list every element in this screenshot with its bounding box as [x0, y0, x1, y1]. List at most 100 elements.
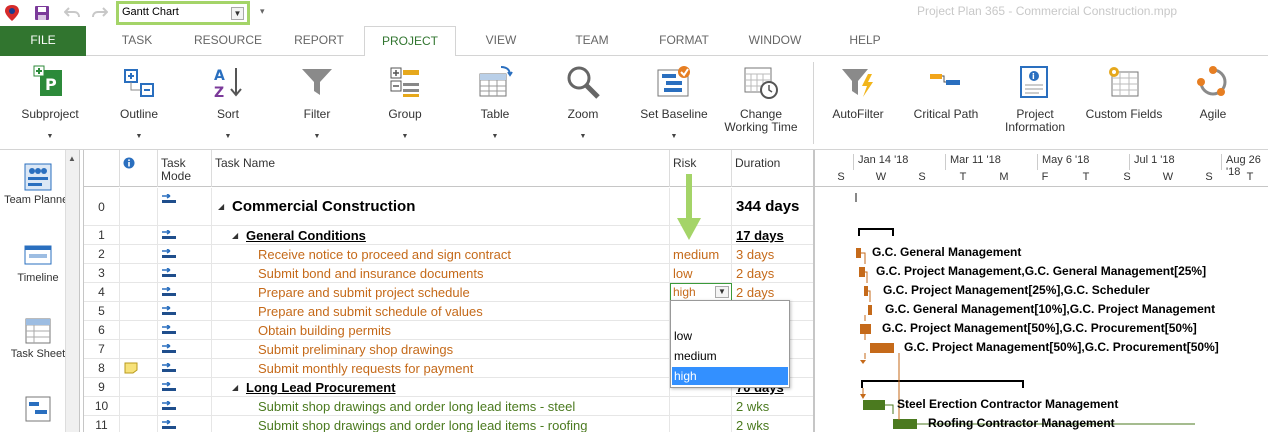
task-mode-cell[interactable] — [158, 245, 212, 264]
row-id[interactable]: 2 — [84, 245, 120, 264]
save-icon[interactable] — [32, 3, 52, 23]
task-name-cell[interactable]: Obtain building permits — [212, 321, 670, 340]
risk-cell[interactable] — [670, 397, 732, 416]
agile-button[interactable]: Agile — [1182, 56, 1244, 150]
row-id[interactable]: 6 — [84, 321, 120, 340]
duration-cell[interactable]: 2 wks — [732, 397, 814, 416]
tab-help[interactable]: HELP — [830, 26, 900, 56]
set-baseline-button[interactable]: Set Baseline ▼ — [634, 56, 714, 150]
task-name-cell[interactable]: Submit shop drawings and order long lead… — [212, 397, 670, 416]
tab-task[interactable]: TASK — [98, 26, 176, 56]
task-mode-cell[interactable] — [158, 264, 212, 283]
view-more[interactable] — [4, 394, 72, 424]
table-row[interactable]: 0 ◢ Commercial Construction 344 days — [84, 188, 814, 226]
tab-report[interactable]: REPORT — [280, 26, 358, 56]
task-mode-cell[interactable] — [158, 416, 212, 432]
tab-window[interactable]: WINDOW — [736, 26, 814, 56]
risk-option-high[interactable]: high — [672, 367, 788, 385]
task-name-cell[interactable]: Submit monthly requests for payment — [212, 359, 670, 378]
custom-fields-button[interactable]: Custom Fields — [1082, 56, 1166, 150]
view-selector[interactable]: Gantt Chart ▼ — [116, 1, 250, 25]
tab-view[interactable]: VIEW — [464, 26, 538, 56]
tab-format[interactable]: FORMAT — [644, 26, 724, 56]
tab-project[interactable]: PROJECT — [364, 26, 456, 57]
task-name-cell[interactable]: Submit preliminary shop drawings — [212, 340, 670, 359]
filter-button[interactable]: Filter ▼ — [284, 56, 350, 150]
change-working-time-button[interactable]: Change Working Time — [722, 56, 800, 150]
task-name-cell[interactable]: Prepare and submit schedule of values — [212, 302, 670, 321]
task-name-cell[interactable]: Submit shop drawings and order long lead… — [212, 416, 670, 432]
collapse-triangle-icon[interactable]: ◢ — [218, 188, 224, 226]
task-name-cell[interactable]: Submit bond and insurance documents — [212, 264, 670, 283]
header-row-id[interactable] — [84, 150, 120, 187]
view-bar-scrollbar[interactable]: ▲ — [65, 150, 79, 432]
view-team-planner[interactable]: Team Planner — [4, 162, 72, 207]
tab-resource[interactable]: RESOURCE — [186, 26, 270, 56]
task-mode-cell[interactable] — [158, 226, 212, 245]
row-id[interactable]: 10 — [84, 397, 120, 416]
undo-icon[interactable] — [62, 3, 82, 23]
tab-team[interactable]: TEAM — [556, 26, 628, 56]
view-task-sheet[interactable]: Task Sheet — [4, 316, 72, 361]
tab-file[interactable]: FILE — [0, 26, 86, 56]
table-row[interactable]: 2 Receive notice to proceed and sign cont… — [84, 245, 814, 264]
header-indicators[interactable] — [120, 150, 158, 187]
task-mode-cell[interactable] — [158, 302, 212, 321]
risk-option-low[interactable]: low — [672, 327, 788, 345]
row-id[interactable]: 0 — [84, 188, 120, 226]
collapse-triangle-icon[interactable]: ◢ — [232, 226, 238, 245]
autofilter-button[interactable]: AutoFilter — [824, 56, 892, 150]
task-mode-cell[interactable] — [158, 359, 212, 378]
sort-button[interactable]: AZ Sort ▼ — [196, 56, 260, 150]
task-mode-cell[interactable] — [158, 397, 212, 416]
zoom-button[interactable]: Zoom ▼ — [550, 56, 616, 150]
task-name-cell[interactable]: Prepare and submit project schedule — [212, 283, 670, 302]
duration-cell[interactable]: 2 days — [732, 264, 814, 283]
row-id[interactable]: 8 — [84, 359, 120, 378]
task-name-cell[interactable]: Receive notice to proceed and sign contr… — [212, 245, 670, 264]
header-task-name[interactable]: Task Name — [212, 150, 670, 187]
outline-button[interactable]: Outline ▼ — [106, 56, 172, 150]
task-mode-cell[interactable] — [158, 378, 212, 397]
row-id[interactable]: 5 — [84, 302, 120, 321]
customize-quick-access-icon[interactable]: ▾ — [260, 6, 265, 17]
chevron-down-icon[interactable]: ▼ — [231, 7, 244, 20]
task-name-cell[interactable]: ◢ Long Lead Procurement — [212, 378, 670, 397]
critical-path-button[interactable]: Critical Path — [906, 56, 986, 150]
row-id[interactable]: 4 — [84, 283, 120, 302]
row-id[interactable]: 3 — [84, 264, 120, 283]
view-timeline[interactable]: Timeline — [4, 240, 72, 285]
task-mode-cell[interactable] — [158, 321, 212, 340]
collapse-triangle-icon[interactable]: ◢ — [232, 378, 238, 397]
row-id[interactable]: 1 — [84, 226, 120, 245]
risk-cell[interactable] — [670, 416, 732, 432]
table-row[interactable]: 10 Submit shop drawings and order long le… — [84, 397, 814, 416]
project-information-button[interactable]: i Project Information — [998, 56, 1072, 150]
task-name-cell[interactable]: ◢ General Conditions — [212, 226, 670, 245]
scroll-up-icon[interactable]: ▲ — [68, 154, 76, 163]
task-mode-cell[interactable] — [158, 340, 212, 359]
row-id[interactable]: 9 — [84, 378, 120, 397]
task-mode-cell[interactable] — [158, 188, 212, 226]
duration-cell[interactable]: 2 wks — [732, 416, 814, 432]
risk-cell-editor[interactable]: high ▼ — [670, 283, 732, 301]
task-name-cell[interactable]: ◢ Commercial Construction — [212, 188, 670, 226]
duration-cell[interactable]: 3 days — [732, 245, 814, 264]
row-id[interactable]: 7 — [84, 340, 120, 359]
table-row[interactable]: 3 Submit bond and insurance documents low 2… — [84, 264, 814, 283]
task-mode-cell[interactable] — [158, 283, 212, 302]
duration-cell[interactable]: 344 days — [732, 188, 814, 226]
chevron-down-icon[interactable]: ▼ — [715, 286, 729, 298]
header-task-mode[interactable]: Task Mode — [158, 150, 212, 187]
risk-cell[interactable]: medium — [670, 245, 732, 264]
note-icon[interactable] — [124, 362, 138, 374]
app-logo-icon[interactable] — [2, 3, 22, 23]
table-button[interactable]: Table ▼ — [462, 56, 528, 150]
subproject-button[interactable]: P Subproject ▼ — [14, 56, 86, 150]
header-duration[interactable]: Duration — [732, 150, 814, 187]
risk-cell[interactable]: low — [670, 264, 732, 283]
redo-icon[interactable] — [90, 3, 110, 23]
table-row[interactable]: 11 Submit shop drawings and order long le… — [84, 416, 814, 432]
group-button[interactable]: Group ▼ — [372, 56, 438, 150]
risk-option-medium[interactable]: medium — [672, 347, 788, 365]
